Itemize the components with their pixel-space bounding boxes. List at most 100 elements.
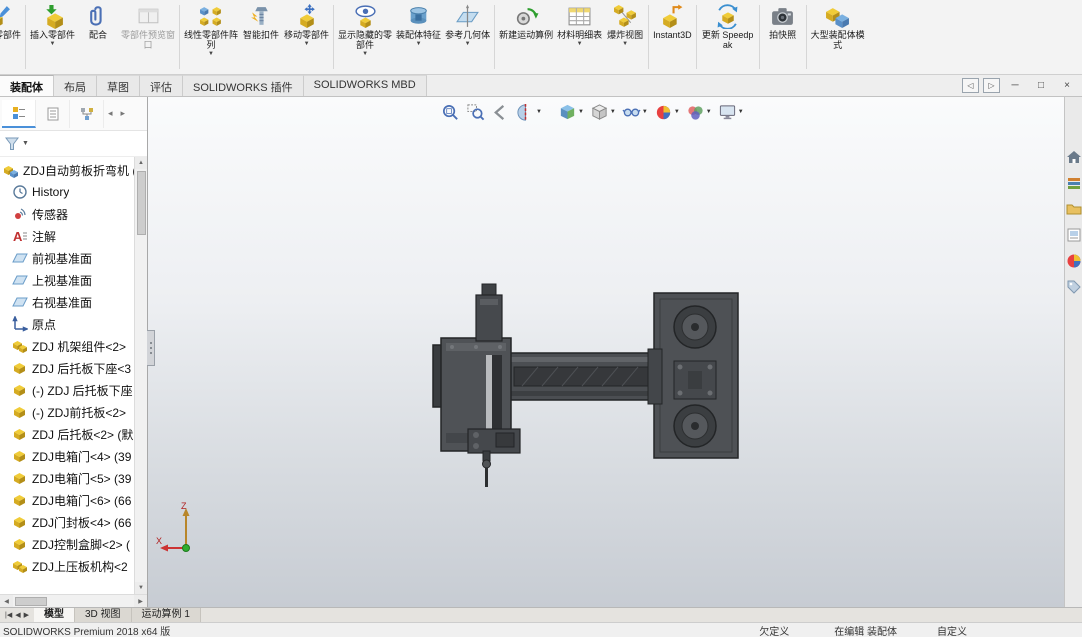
tab-layout[interactable]: 布局 (54, 75, 97, 96)
scroll-left-button[interactable]: ◀ (0, 595, 13, 607)
filter-dropdown-icon[interactable]: ▼ (22, 140, 29, 147)
document-tab[interactable]: 运动算例 1 (131, 608, 201, 622)
appearances-scenes-button[interactable] (1066, 253, 1082, 269)
ribbon-button-update-speedpak[interactable]: 更新 Speedpak (699, 1, 757, 51)
dropdown-arrow-icon[interactable]: ▼ (674, 109, 680, 115)
ribbon-button-take-snapshot[interactable]: 拍快照 (762, 1, 804, 41)
dropdown-arrow-icon[interactable]: ▼ (536, 109, 542, 115)
solidworks-resources-button[interactable] (1066, 149, 1082, 165)
custom-properties-button[interactable] (1066, 279, 1082, 295)
tree-item[interactable]: A 注解 (0, 225, 134, 247)
zoom-to-area-button[interactable] (463, 101, 488, 123)
tab-solidworks-addins[interactable]: SOLIDWORKS 插件 (183, 75, 304, 96)
tree-vertical-scrollbar[interactable]: ▲ ▼ (134, 157, 147, 594)
panel-tab-featuremanager-tree[interactable] (2, 99, 36, 128)
model-top-column[interactable] (475, 283, 503, 342)
tree-item[interactable]: ZDJ控制盒脚<2> ( (0, 533, 134, 555)
dropdown-arrow-icon[interactable]: ▼ (577, 41, 583, 48)
graphics-viewport[interactable]: ▼ ▼ ▼ ▼ ▼ ▼ ▼ Z X (147, 97, 1064, 607)
assembly-model-3d-view[interactable] (426, 283, 746, 495)
tree-filter-row[interactable]: ▼ (0, 131, 147, 157)
dropdown-arrow-icon[interactable]: ▼ (362, 51, 368, 58)
scrollbar-thumb[interactable] (136, 171, 146, 235)
view-settings-button[interactable]: ▼ (715, 101, 747, 123)
customize-button[interactable]: 自定义 (937, 623, 967, 637)
dropdown-arrow-icon[interactable]: ▼ (416, 41, 422, 48)
tree-item[interactable]: ZDJ 机架组件<2> (0, 335, 134, 357)
tree-item[interactable]: ZDJ电箱门<5> (39 (0, 467, 134, 489)
document-tab[interactable]: 模型 (33, 608, 75, 622)
zoom-to-fit-button[interactable] (438, 101, 463, 123)
previous-document-button[interactable]: ◁ (962, 78, 979, 93)
ribbon-button-large-assembly-mode[interactable]: 大型装配体模式 (809, 1, 867, 51)
model-right-plate[interactable] (653, 292, 739, 459)
ribbon-button-linear-pattern[interactable]: 线性零部件阵列 ▼ (182, 1, 240, 59)
dropdown-arrow-icon[interactable]: ▼ (738, 109, 744, 115)
tree-item[interactable]: ZDJ上压板机构<2 (0, 555, 134, 577)
tree-item[interactable]: History (0, 181, 134, 203)
tree-item[interactable]: ZDJ 后托板<2> (默 (0, 423, 134, 445)
ribbon-button-show-hidden[interactable]: 显示隐藏的零部件 ▼ (336, 1, 394, 59)
next-document-button[interactable]: ▷ (983, 78, 1000, 93)
tree-item[interactable]: ZDJ门封板<4> (66 (0, 511, 134, 533)
ribbon-button-insert-component[interactable]: 插入零部件 ▼ (28, 1, 77, 49)
tree-item[interactable]: 原点 (0, 313, 134, 335)
ribbon-button-edit-component[interactable]: 编辑零部件 (0, 1, 23, 41)
ribbon-button-bom[interactable]: 材料明细表 ▼ (555, 1, 604, 49)
dropdown-arrow-icon[interactable]: ▼ (465, 41, 471, 48)
close-button[interactable]: × (1056, 78, 1078, 94)
tree-item[interactable]: 上视基准面 (0, 269, 134, 291)
tree-horizontal-scrollbar[interactable]: ◀ ▶ (0, 594, 147, 607)
dropdown-arrow-icon[interactable]: ▼ (622, 41, 628, 48)
restore-button[interactable]: □ (1030, 78, 1052, 94)
view-orientation-button[interactable]: ▼ (555, 101, 587, 123)
dropdown-arrow-icon[interactable]: ▼ (304, 41, 310, 48)
tree-item[interactable]: 传感器 (0, 203, 134, 225)
dropdown-arrow-icon[interactable]: ▼ (208, 51, 214, 58)
dropdown-arrow-icon[interactable]: ▼ (50, 41, 56, 48)
dropdown-arrow-icon[interactable]: ▼ (610, 109, 616, 115)
panel-tab-propertymanager[interactable] (36, 99, 70, 128)
tree-item[interactable]: ZDJ电箱门<6> (66 (0, 489, 134, 511)
ribbon-button-move-component[interactable]: 移动零部件 ▼ (282, 1, 331, 49)
tree-item[interactable]: ZDJ电箱门<4> (39 (0, 445, 134, 467)
scroll-down-button[interactable]: ▼ (135, 582, 147, 594)
model-bottom-bracket[interactable] (467, 428, 521, 487)
panel-tabs-scroll-left-icon[interactable]: ◂ (104, 108, 117, 119)
tab-solidworks-mbd[interactable]: SOLIDWORKS MBD (303, 75, 427, 96)
tab-assembly[interactable]: 装配体 (0, 75, 54, 96)
tree-item[interactable]: ZDJ自动剪板折弯机 (默 (0, 159, 134, 181)
tab-evaluate[interactable]: 评估 (140, 75, 183, 96)
previous-tab-button[interactable]: ◀ (15, 611, 20, 619)
apply-scene-button[interactable]: ▼ (683, 101, 715, 123)
ribbon-button-mate[interactable]: 配合 (77, 1, 119, 41)
model-beam[interactable] (502, 348, 663, 405)
panel-tabs-scroll-right-icon[interactable]: ▸ (117, 108, 130, 119)
ribbon-button-assembly-features[interactable]: 装配体特征 ▼ (394, 1, 443, 49)
tree-item[interactable]: (-) ZDJ前托板<2> (0, 401, 134, 423)
design-library-button[interactable] (1066, 175, 1082, 191)
next-tab-button[interactable]: ▶ (24, 611, 29, 619)
previous-view-button[interactable] (488, 101, 513, 123)
ribbon-button-reference-geometry[interactable]: 参考几何体 ▼ (443, 1, 492, 49)
dropdown-arrow-icon[interactable]: ▼ (706, 109, 712, 115)
section-view-button[interactable]: ▼ (513, 101, 545, 123)
dropdown-arrow-icon[interactable]: ▼ (642, 109, 648, 115)
dropdown-arrow-icon[interactable]: ▼ (578, 109, 584, 115)
ribbon-button-instant3d[interactable]: Instant3D (651, 1, 694, 41)
scroll-right-button[interactable]: ▶ (134, 595, 147, 607)
tree-item[interactable]: 右视基准面 (0, 291, 134, 313)
ribbon-button-smart-fasteners[interactable]: 智能扣件 (240, 1, 282, 41)
first-tab-button[interactable]: |◀ (5, 611, 12, 619)
minimize-button[interactable]: ─ (1004, 78, 1026, 94)
ribbon-button-new-motion-study[interactable]: 新建运动算例 (497, 1, 555, 41)
document-tab[interactable]: 3D 视图 (74, 608, 132, 622)
edit-appearance-button[interactable]: ▼ (651, 101, 683, 123)
panel-splitter-handle[interactable] (147, 330, 155, 366)
tree-item[interactable]: 前视基准面 (0, 247, 134, 269)
file-explorer-button[interactable] (1066, 201, 1082, 217)
panel-tab-configurationmanager[interactable] (70, 99, 104, 128)
display-style-button[interactable]: ▼ (587, 101, 619, 123)
view-palette-button[interactable] (1066, 227, 1082, 243)
tab-sketch[interactable]: 草图 (97, 75, 140, 96)
